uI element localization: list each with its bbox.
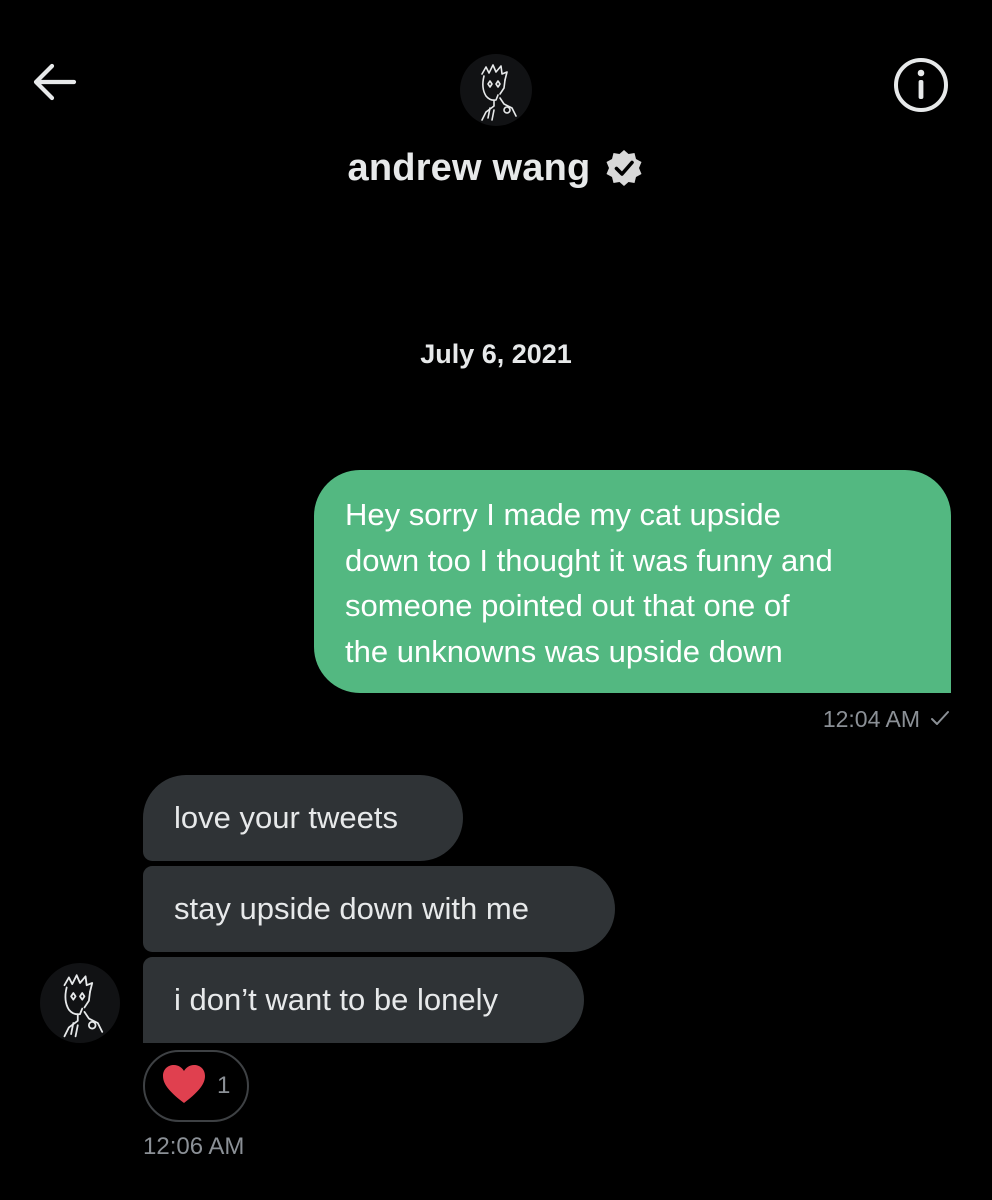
avatar-illustration bbox=[481, 64, 517, 121]
sent-message-line: down too I thought it was funny and bbox=[345, 542, 833, 578]
avatar-illustration bbox=[63, 974, 104, 1038]
contact-header: andrew wang bbox=[0, 138, 992, 198]
received-message-time: 12:06 AM bbox=[143, 1133, 245, 1160]
back-button[interactable] bbox=[24, 54, 84, 114]
reaction-count: 1 bbox=[217, 1072, 231, 1099]
sent-message-bubble[interactable]: Hey sorry I made my cat upside down too … bbox=[314, 470, 951, 693]
received-message-bubble[interactable]: i don’t want to be lonely bbox=[143, 957, 584, 1043]
checkmark-icon bbox=[930, 706, 950, 733]
sent-message-meta: 12:04 AM bbox=[823, 702, 950, 736]
info-button[interactable] bbox=[888, 54, 954, 120]
reaction-pill[interactable]: 1 bbox=[143, 1050, 249, 1122]
sent-message-line: someone pointed out that one of bbox=[345, 588, 790, 623]
received-message-bubble[interactable]: stay upside down with me bbox=[143, 866, 615, 952]
contact-name[interactable]: andrew wang bbox=[348, 147, 591, 190]
info-circle-icon bbox=[892, 56, 950, 119]
verified-badge-icon bbox=[604, 148, 644, 188]
sent-message-time: 12:04 AM bbox=[822, 705, 920, 732]
sent-message-line: Hey sorry I made my cat upside bbox=[345, 497, 781, 532]
heart-icon bbox=[161, 1063, 207, 1110]
sender-avatar[interactable] bbox=[40, 963, 120, 1043]
date-separator: July 6, 2021 bbox=[420, 339, 572, 369]
header-avatar[interactable] bbox=[460, 54, 532, 126]
arrow-left-icon bbox=[30, 62, 78, 107]
received-message-bubble[interactable]: love your tweets bbox=[143, 775, 463, 861]
sent-message-line: the unknowns was upside down bbox=[345, 633, 783, 669]
